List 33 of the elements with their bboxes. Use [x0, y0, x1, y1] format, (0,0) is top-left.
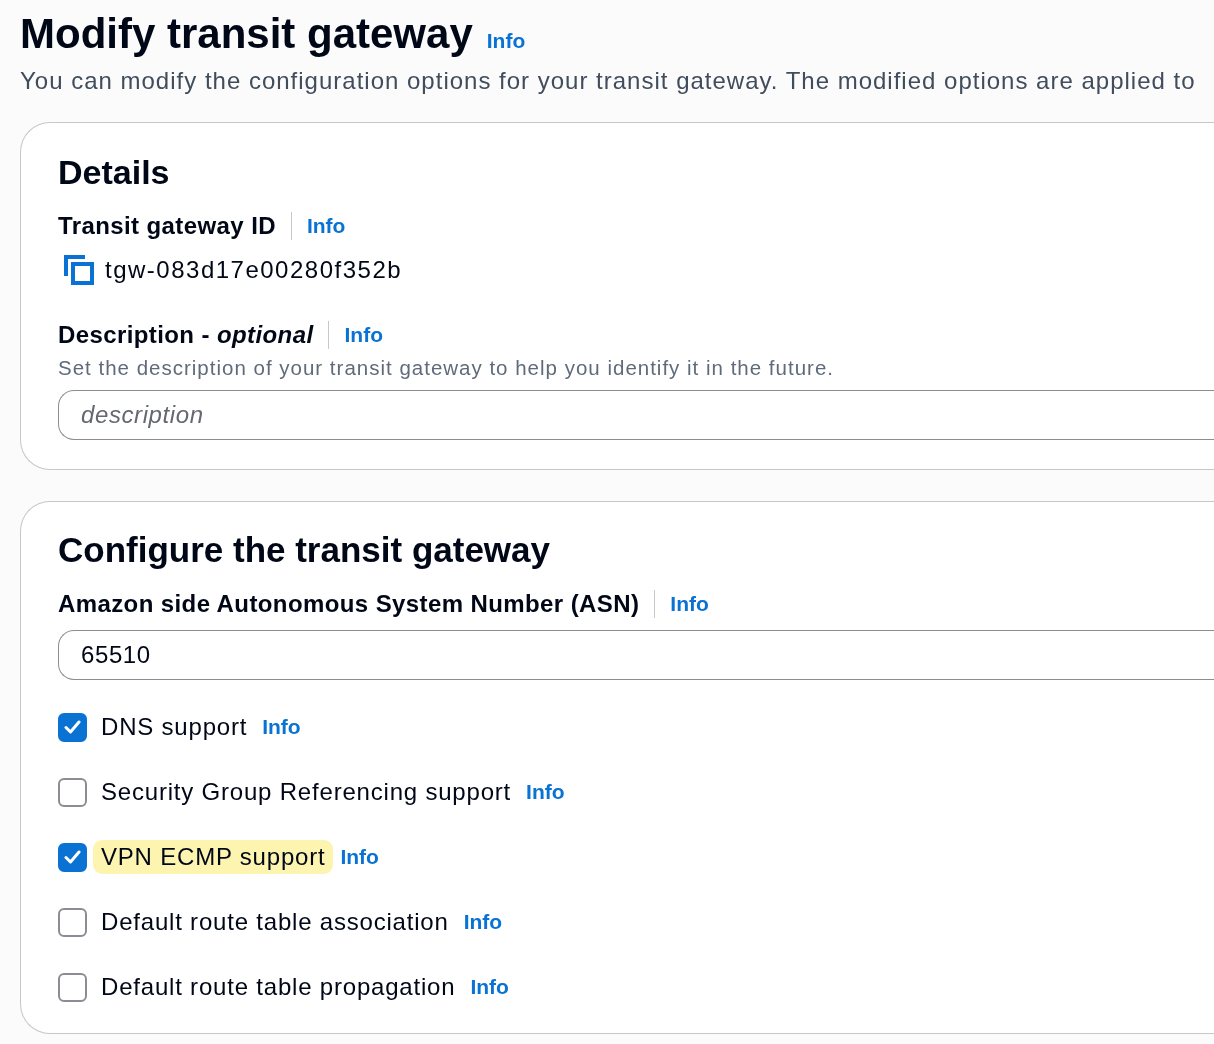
section-heading: Details	[58, 152, 171, 193]
checkbox[interactable]	[58, 712, 87, 742]
info-link[interactable]: Info	[670, 591, 709, 617]
checkbox[interactable]	[58, 777, 87, 807]
checkmark-icon	[64, 850, 81, 864]
copy-icon[interactable]	[63, 254, 95, 286]
field-label: Amazon side Autonomous System Number (ASN)	[58, 590, 640, 618]
field-label: Description - optional	[58, 321, 314, 349]
page-description: You can modify the configuration options for your transit gateway. The modified options are applied to	[20, 66, 1197, 96]
checkbox-label: Default route table association	[100, 907, 450, 937]
checkbox-label: Default route table propagation	[100, 972, 457, 1002]
checkbox[interactable]	[58, 842, 87, 872]
description-input[interactable]: description	[58, 390, 1214, 440]
field-hint: Set the description of your transit gateway to help you identify it in the future.	[58, 355, 835, 381]
info-link[interactable]: Info	[526, 779, 565, 805]
field-label: Transit gateway ID	[58, 212, 276, 240]
info-link[interactable]: Info	[306, 213, 346, 239]
info-link[interactable]: Info	[463, 909, 503, 935]
info-link[interactable]: Info	[340, 844, 379, 870]
checkbox[interactable]	[58, 972, 87, 1002]
page-title: Modify transit gateway	[20, 9, 473, 59]
checkmark-icon	[64, 720, 81, 734]
section-heading: Configure the transit gateway	[58, 529, 552, 571]
checkbox-label: DNS support	[100, 712, 249, 742]
info-link[interactable]: Info	[344, 322, 383, 348]
asn-input[interactable]: 65510	[58, 630, 1214, 680]
checkbox[interactable]	[58, 907, 87, 937]
info-link[interactable]: Info	[486, 28, 526, 54]
checkbox-label: Security Group Referencing support	[100, 777, 513, 807]
info-link[interactable]: Info	[262, 714, 301, 740]
checkbox-label: VPN ECMP support	[93, 840, 334, 874]
info-link[interactable]: Info	[470, 974, 509, 1000]
gateway-id-value: tgw-083d17e00280f352b	[105, 256, 403, 284]
